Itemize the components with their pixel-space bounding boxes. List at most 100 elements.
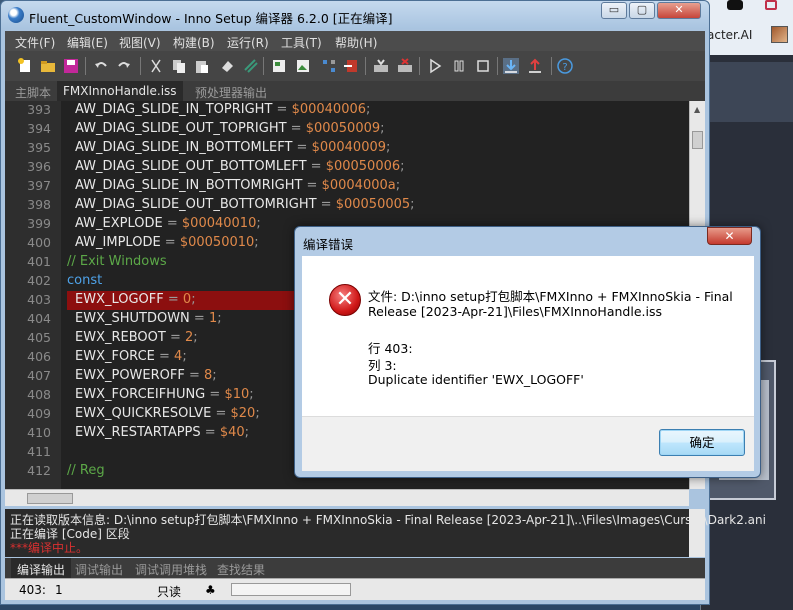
copy-icon[interactable] bbox=[171, 58, 187, 74]
help-icon[interactable]: ? bbox=[557, 58, 573, 74]
code-line: AW_EXPLODE = $00040010; bbox=[75, 216, 261, 231]
menu-build[interactable]: 构建(B) bbox=[173, 34, 215, 51]
background-window-text: acter.AI bbox=[707, 28, 753, 42]
equals-operator: = bbox=[154, 349, 175, 364]
semicolon: ; bbox=[254, 235, 259, 250]
value: 1 bbox=[208, 311, 218, 326]
background-app-icon[interactable] bbox=[727, 0, 743, 10]
semicolon: ; bbox=[249, 387, 254, 402]
identifier: EWX_FORCE bbox=[75, 349, 155, 364]
compiler-output-panel[interactable]: 正在读取版本信息: D:\inno setup打包脚本\FMXInno + FM… bbox=[5, 509, 766, 557]
equals-operator: = bbox=[184, 368, 205, 383]
menu-tools[interactable]: 工具(T) bbox=[281, 34, 322, 51]
tab-find-results[interactable]: 查找结果 bbox=[217, 561, 265, 578]
menu-file[interactable]: 文件(F) bbox=[15, 34, 55, 51]
semicolon: ; bbox=[255, 406, 260, 421]
scroll-up-arrow-icon[interactable]: ▲ bbox=[694, 105, 700, 114]
minimize-button[interactable]: ▭ bbox=[601, 2, 627, 19]
toolbar-separator bbox=[419, 57, 420, 75]
toolbar: ? bbox=[5, 51, 705, 81]
semicolon: ; bbox=[366, 102, 371, 117]
pause-icon[interactable] bbox=[451, 58, 467, 74]
svg-text:?: ? bbox=[562, 62, 567, 73]
code-line: EWX_FORCE = 4; bbox=[75, 349, 187, 364]
semicolon: ; bbox=[193, 330, 198, 345]
tab-preprocessor-output[interactable]: 预处理器输出 bbox=[195, 84, 267, 101]
redo-icon[interactable] bbox=[116, 58, 132, 74]
code-line: EWX_FORCEIFHUNG = $10; bbox=[75, 387, 254, 402]
stop-icon[interactable] bbox=[475, 58, 491, 74]
identifier: EWX_LOGOFF bbox=[75, 292, 164, 307]
new-file-icon[interactable] bbox=[17, 58, 33, 74]
menu-edit[interactable]: 编辑(E) bbox=[67, 34, 108, 51]
equals-operator: = bbox=[286, 121, 306, 136]
editor-horizontal-scrollbar[interactable] bbox=[5, 489, 689, 506]
tab-fmxinnohandle[interactable]: FMXInnoHandle.iss bbox=[57, 81, 183, 101]
dialog-footer: 确定 bbox=[302, 416, 754, 471]
horizontal-scroll-thumb[interactable] bbox=[27, 493, 73, 504]
line-number: 401 bbox=[27, 254, 51, 269]
code-line: AW_DIAG_SLIDE_IN_BOTTOMRIGHT = $0004000a… bbox=[75, 178, 400, 193]
open-folder-icon[interactable] bbox=[40, 58, 56, 74]
window-title: Fluent_CustomWindow - Inno Setup 编译器 6.2… bbox=[29, 11, 393, 26]
comment-icon[interactable] bbox=[243, 58, 259, 74]
identifier: EWX_POWEROFF bbox=[75, 368, 185, 383]
semicolon: ; bbox=[395, 178, 401, 193]
line-number: 404 bbox=[27, 311, 51, 326]
tab-debug-output[interactable]: 调试输出 bbox=[75, 561, 123, 578]
compile-error-dialog: 编译错误 ✕ ✕ 文件: D:\inno setup打包脚本\FMXInno +… bbox=[294, 226, 761, 478]
menu-help[interactable]: 帮助(H) bbox=[335, 34, 377, 51]
dialog-body: ✕ 文件: D:\inno setup打包脚本\FMXInno + FMXInn… bbox=[302, 256, 754, 416]
identifier: EWX_FORCEIFHUNG bbox=[75, 387, 206, 402]
run-icon[interactable] bbox=[427, 58, 443, 74]
background-app-icon-2[interactable] bbox=[765, 0, 777, 10]
dialog-close-button[interactable]: ✕ bbox=[707, 227, 752, 245]
menu-view[interactable]: 视图(V) bbox=[119, 34, 161, 51]
identifier: AW_DIAG_SLIDE_IN_TOPRIGHT bbox=[75, 102, 273, 117]
export-icon[interactable] bbox=[343, 58, 359, 74]
code-line: AW_DIAG_SLIDE_IN_TOPRIGHT = $00040006; bbox=[75, 102, 370, 117]
upload-icon[interactable] bbox=[527, 58, 543, 74]
background-window-panel bbox=[701, 62, 793, 122]
tree-icon[interactable] bbox=[321, 58, 337, 74]
avatar[interactable] bbox=[771, 26, 788, 43]
semicolon: ; bbox=[256, 216, 261, 231]
output-scrollbar[interactable] bbox=[689, 509, 705, 557]
dialog-title: 编译错误 bbox=[303, 237, 354, 252]
code-line: AW_IMPLODE = $00050010; bbox=[75, 235, 259, 250]
stop-compile-icon[interactable] bbox=[397, 58, 413, 74]
error-icon-glyph: ✕ bbox=[335, 287, 355, 312]
image-icon[interactable] bbox=[295, 58, 311, 74]
erase-icon[interactable] bbox=[219, 58, 235, 74]
paste-icon[interactable] bbox=[194, 58, 210, 74]
identifier: AW_DIAG_SLIDE_OUT_BOTTOMLEFT bbox=[75, 159, 307, 174]
identifier: AW_EXPLODE bbox=[75, 216, 163, 231]
toolbar-separator bbox=[85, 57, 86, 75]
line-number: 396 bbox=[27, 159, 51, 174]
tab-compile-output[interactable]: 编译输出 bbox=[11, 558, 72, 578]
code-comment: // Reg bbox=[67, 463, 105, 478]
tab-main-script[interactable]: 主脚本 bbox=[15, 84, 51, 101]
close-button[interactable]: ✕ bbox=[657, 2, 701, 19]
vertical-scroll-thumb[interactable] bbox=[692, 131, 703, 149]
inno-setup-app-icon[interactable] bbox=[8, 7, 24, 23]
wizard-icon[interactable] bbox=[271, 58, 287, 74]
tab-debug-call-stack[interactable]: 调试调用堆栈 bbox=[135, 561, 207, 578]
semicolon: ; bbox=[244, 425, 250, 440]
toolbar-separator bbox=[497, 57, 498, 75]
menu-run[interactable]: 运行(R) bbox=[227, 34, 269, 51]
compile-progress-icon: ♣ bbox=[205, 583, 216, 597]
background-window-titlebar: acter.AI bbox=[701, 0, 793, 55]
undo-icon[interactable] bbox=[93, 58, 109, 74]
title-bar[interactable]: Fluent_CustomWindow - Inno Setup 编译器 6.2… bbox=[1, 1, 709, 29]
ok-button[interactable]: 确定 bbox=[659, 429, 745, 456]
download-icon[interactable] bbox=[503, 58, 519, 74]
maximize-button[interactable]: ▢ bbox=[629, 2, 655, 19]
save-icon[interactable] bbox=[63, 58, 79, 74]
compile-icon[interactable] bbox=[373, 58, 389, 74]
identifier: EWX_SHUTDOWN bbox=[75, 311, 190, 326]
output-error-line: ***编译中止。 bbox=[10, 541, 89, 555]
status-line: 403: bbox=[19, 583, 46, 597]
cut-icon[interactable] bbox=[148, 58, 164, 74]
code-line: EWX_LOGOFF = 0; bbox=[75, 292, 196, 307]
